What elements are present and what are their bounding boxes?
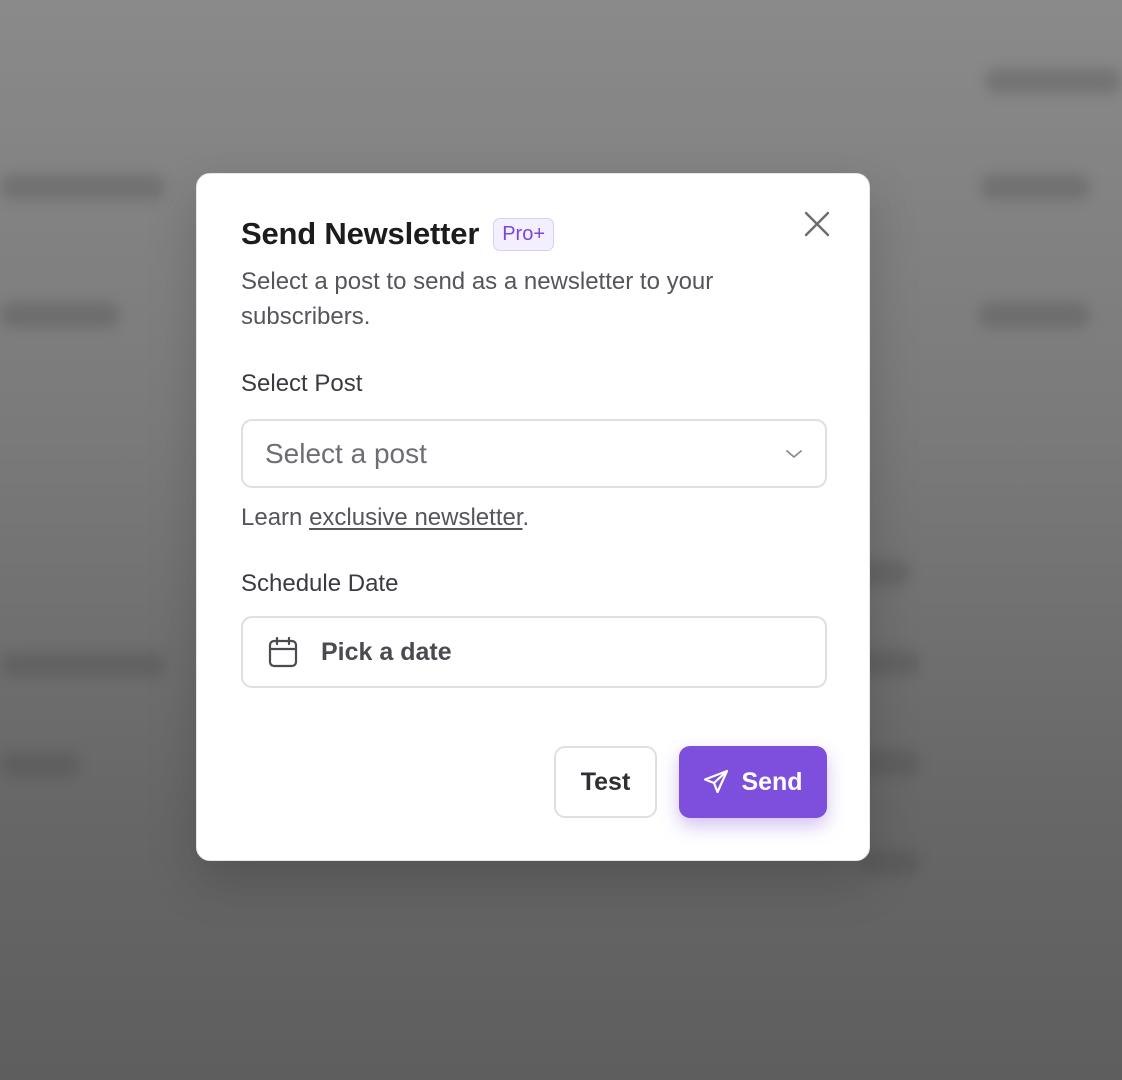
calendar-icon (268, 636, 298, 668)
background-blurred-item (0, 652, 165, 678)
helper-prefix: Learn (241, 504, 310, 531)
schedule-date-label: Schedule Date (241, 570, 399, 597)
post-select[interactable]: Select a post (241, 419, 827, 488)
dialog-header: Send Newsletter Pro+ (241, 216, 555, 252)
background-blurred-item (860, 850, 920, 876)
dialog-description: Select a post to send as a newsletter to… (241, 268, 714, 330)
background-blurred-item (0, 752, 80, 778)
test-button[interactable]: Test (554, 746, 657, 818)
paper-plane-icon (704, 769, 729, 794)
chevron-down-icon (786, 449, 802, 458)
background-blurred-item (0, 174, 165, 200)
helper-text: Learn exclusive newsletter. (241, 504, 529, 532)
background-blurred-item (980, 174, 1090, 200)
date-picker-placeholder: Pick a date (321, 637, 452, 666)
plan-badge: Pro+ (493, 217, 555, 251)
close-button[interactable] (799, 206, 835, 242)
dialog-title: Send Newsletter (241, 216, 480, 251)
post-select-placeholder: Select a post (265, 437, 427, 469)
send-button[interactable]: Send (679, 746, 827, 818)
send-newsletter-dialog: Send Newsletter Pro+ Select a post to se… (196, 173, 870, 861)
background-blurred-item (978, 302, 1090, 328)
select-post-label: Select Post (241, 370, 363, 397)
send-button-label: Send (741, 767, 803, 796)
background-blurred-item (0, 302, 120, 328)
exclusive-newsletter-link[interactable]: exclusive newsletter (309, 504, 522, 531)
close-icon (804, 211, 830, 237)
background-blurred-item (985, 68, 1122, 94)
date-picker-button[interactable]: Pick a date (241, 616, 827, 688)
helper-suffix: . (522, 504, 530, 531)
